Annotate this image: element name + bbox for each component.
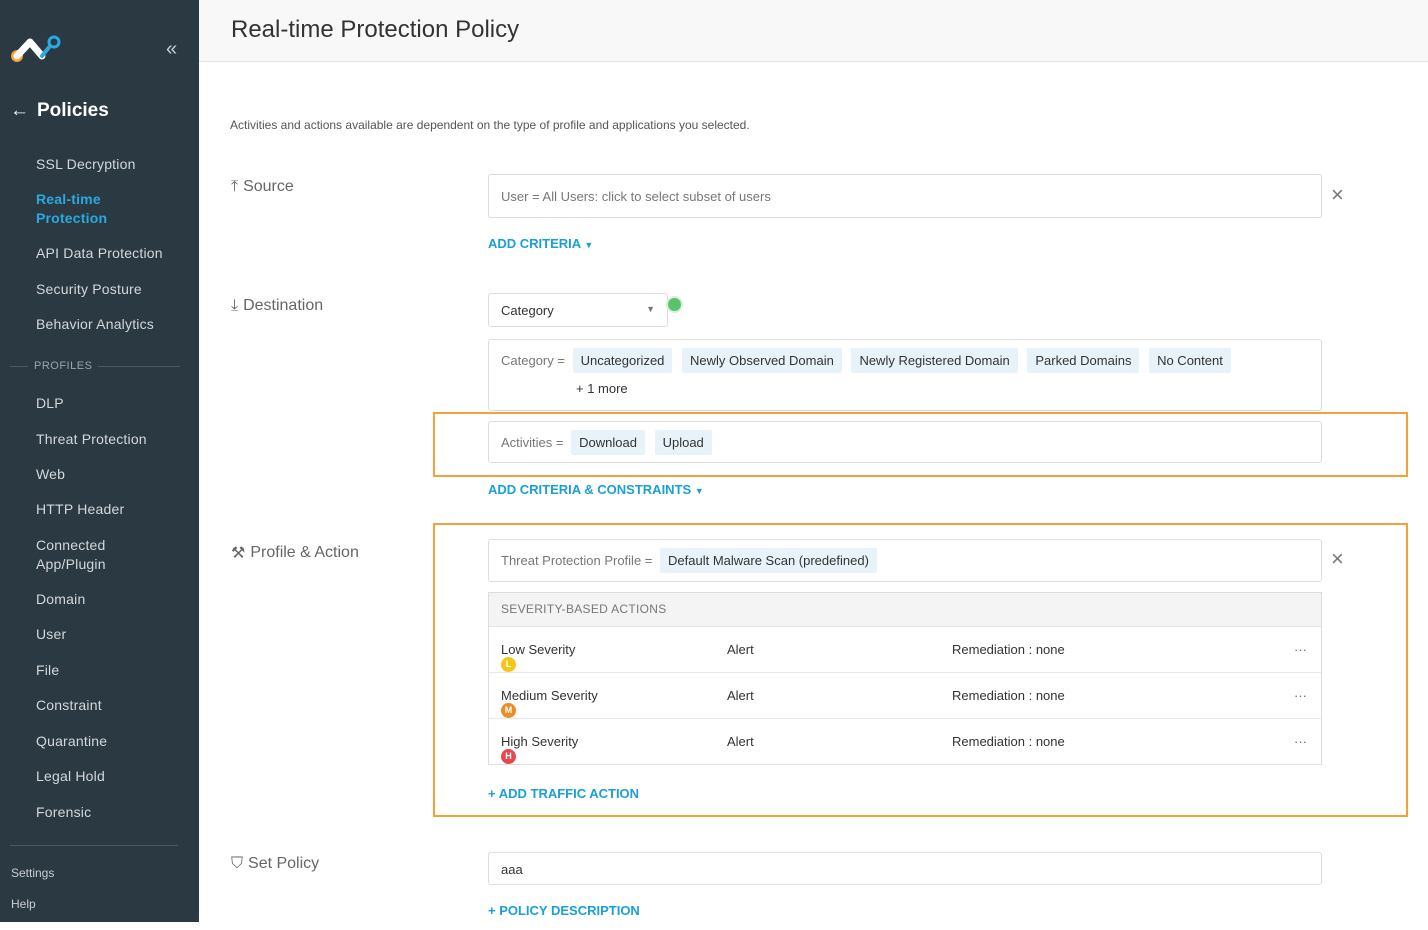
category-chip[interactable]: Parked Domains bbox=[1027, 348, 1140, 373]
sidebar-item-domain[interactable]: Domain bbox=[36, 590, 85, 609]
sidebar-item-http-header[interactable]: HTTP Header bbox=[36, 500, 124, 519]
more-categories-link[interactable]: + 1 more bbox=[501, 381, 1309, 396]
severity-table-header: SEVERITY-BASED ACTIONS bbox=[489, 593, 1321, 627]
back-to-policies[interactable]: ← Policies bbox=[10, 100, 109, 122]
caret-down-icon: ▼ bbox=[694, 486, 704, 496]
medium-severity-icon: M bbox=[501, 703, 516, 718]
sidebar-item-legal-hold[interactable]: Legal Hold bbox=[36, 767, 105, 786]
sidebar-item-real-time-protection[interactable]: Real-time Protection bbox=[36, 190, 146, 228]
activity-chip[interactable]: Upload bbox=[654, 430, 712, 455]
profile-action-section-title: ⚒ Profile & Action bbox=[231, 544, 359, 562]
more-options-icon[interactable]: ··· bbox=[1294, 688, 1307, 703]
category-field[interactable]: Category = Uncategorized Newly Observed … bbox=[488, 339, 1322, 411]
shield-check-icon: ⛉ bbox=[231, 855, 244, 872]
page-title: Real-time Protection Policy bbox=[231, 16, 520, 43]
category-chip[interactable]: Newly Registered Domain bbox=[851, 348, 1018, 373]
sidebar-item-dlp[interactable]: DLP bbox=[36, 394, 64, 413]
threat-profile-field[interactable]: Threat Protection Profile = Default Malw… bbox=[488, 539, 1322, 582]
logo[interactable] bbox=[10, 34, 64, 69]
sidebar-divider bbox=[10, 845, 178, 846]
download-icon: ⤓ bbox=[231, 297, 239, 314]
gavel-icon: ⚒ bbox=[231, 545, 246, 562]
status-dot bbox=[668, 298, 681, 311]
destination-section-title: ⤓ Destination bbox=[231, 297, 324, 314]
policy-description-button[interactable]: + POLICY DESCRIPTION bbox=[488, 903, 640, 918]
sidebar-item-ssl-decryption[interactable]: SSL Decryption bbox=[36, 155, 136, 174]
table-row[interactable]: L Low Severity Alert Remediation : none ·… bbox=[489, 627, 1321, 673]
set-policy-section-title: ⛉ Set Policy bbox=[231, 855, 320, 872]
page-header: Real-time Protection Policy bbox=[199, 0, 1428, 62]
sidebar-item-user[interactable]: User bbox=[36, 625, 66, 644]
sidebar-item-threat-protection[interactable]: Threat Protection bbox=[36, 430, 147, 449]
profile-chip[interactable]: Default Malware Scan (predefined) bbox=[660, 548, 877, 573]
severity-actions-table: SEVERITY-BASED ACTIONS L Low Severity Ale… bbox=[488, 592, 1322, 765]
sidebar-heading: Policies bbox=[37, 100, 109, 121]
sidebar-item-security-posture[interactable]: Security Posture bbox=[36, 280, 142, 299]
chevron-down-icon: ▼ bbox=[646, 304, 655, 314]
activities-field[interactable]: Activities = Download Upload bbox=[488, 421, 1322, 463]
upload-icon: ⤒ bbox=[231, 178, 239, 195]
source-user-field[interactable]: User = All Users: click to select subset… bbox=[488, 174, 1322, 218]
more-options-icon[interactable]: ··· bbox=[1294, 642, 1307, 657]
sidebar-item-quarantine[interactable]: Quarantine bbox=[36, 732, 107, 751]
sidebar-item-forensic[interactable]: Forensic bbox=[36, 803, 91, 822]
add-criteria-button[interactable]: ADD CRITERIA ▼ bbox=[488, 236, 593, 251]
table-row[interactable]: H High Severity Alert Remediation : none … bbox=[489, 719, 1321, 765]
low-severity-icon: L bbox=[501, 657, 516, 672]
sidebar: « ← Policies SSL Decryption Real-time Pr… bbox=[0, 0, 199, 922]
sidebar-item-behavior-analytics[interactable]: Behavior Analytics bbox=[36, 315, 154, 334]
category-select[interactable]: Category ▼ bbox=[488, 293, 668, 327]
help-link[interactable]: Help bbox=[11, 897, 36, 911]
category-chip[interactable]: Uncategorized bbox=[572, 348, 673, 373]
arrow-left-icon: ← bbox=[10, 100, 29, 121]
policy-name-input[interactable]: aaa bbox=[488, 852, 1322, 885]
close-icon[interactable]: × bbox=[1331, 548, 1344, 570]
profiles-section-label: PROFILES bbox=[10, 360, 180, 372]
sidebar-item-api-data-protection[interactable]: API Data Protection bbox=[36, 244, 163, 263]
add-traffic-action-button[interactable]: + ADD TRAFFIC ACTION bbox=[488, 786, 639, 801]
sidebar-item-file[interactable]: File bbox=[36, 661, 59, 680]
add-criteria-constraints-button[interactable]: ADD CRITERIA & CONSTRAINTS ▼ bbox=[488, 482, 704, 497]
sidebar-item-constraint[interactable]: Constraint bbox=[36, 696, 102, 715]
activity-chip[interactable]: Download bbox=[571, 430, 645, 455]
source-section-title: ⤒ Source bbox=[231, 178, 294, 195]
category-chip[interactable]: Newly Observed Domain bbox=[682, 348, 842, 373]
sidebar-item-web[interactable]: Web bbox=[36, 465, 65, 484]
collapse-sidebar-icon[interactable]: « bbox=[166, 38, 177, 61]
table-row[interactable]: M Medium Severity Alert Remediation : non… bbox=[489, 673, 1321, 719]
high-severity-icon: H bbox=[501, 749, 516, 764]
category-chip[interactable]: No Content bbox=[1149, 348, 1231, 373]
sidebar-item-connected-app[interactable]: Connected App/Plugin bbox=[36, 536, 136, 574]
more-options-icon[interactable]: ··· bbox=[1294, 734, 1307, 749]
close-icon[interactable]: × bbox=[1331, 184, 1344, 206]
intro-text: Activities and actions available are dep… bbox=[230, 118, 750, 132]
settings-link[interactable]: Settings bbox=[11, 866, 54, 880]
caret-down-icon: ▼ bbox=[584, 240, 594, 250]
